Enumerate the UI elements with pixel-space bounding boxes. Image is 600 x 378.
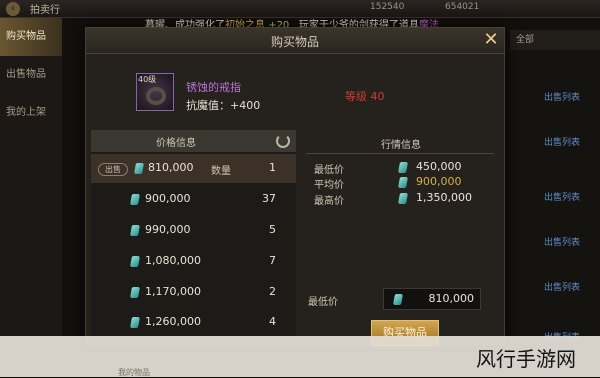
price-row[interactable]: 1,170,000 2	[91, 278, 296, 307]
ring-icon	[146, 87, 166, 105]
item-level-requirement: 等级 40	[345, 90, 385, 103]
listing-link[interactable]: 出售列表	[544, 90, 580, 103]
item-icon: 40级	[136, 73, 174, 111]
buy-price-field[interactable]: 810,000	[383, 288, 481, 310]
sidebar-item-buy[interactable]: 购买物品	[0, 18, 62, 56]
refresh-icon[interactable]	[276, 134, 290, 148]
gem-icon	[398, 177, 408, 188]
listing-panel: 全部 出售列表 出售列表 出售列表 出售列表 出售列表 出售列表	[510, 30, 600, 377]
price-value: 1,260,000	[145, 315, 201, 328]
price-value: 1,080,000	[145, 254, 201, 267]
buy-price-label: 最低价	[308, 297, 338, 308]
gem-icon	[130, 317, 140, 328]
price-row[interactable]: 1,260,000 4	[91, 308, 296, 337]
quantity-value: 2	[269, 285, 276, 298]
sidebar-item-my-listings[interactable]: 我的上架	[0, 94, 62, 132]
price-row[interactable]: 1,080,000 7	[91, 247, 296, 276]
listing-link[interactable]: 出售列表	[544, 135, 580, 148]
market-highest-value: 1,350,000	[416, 191, 472, 204]
price-value: 1,170,000	[145, 285, 201, 298]
market-info-title: 行情信息	[381, 140, 421, 151]
dialog-title: 购买物品	[270, 35, 319, 49]
gem-icon	[130, 225, 140, 236]
listing-link[interactable]: 出售列表	[544, 280, 580, 293]
sell-badge: 出售	[98, 163, 128, 176]
back-icon[interactable]: ‹	[6, 2, 20, 16]
price-value: 900,000	[145, 192, 191, 205]
price-value: 810,000	[148, 161, 194, 174]
market-highest-label: 最高价	[314, 196, 344, 207]
quantity-value: 4	[269, 315, 276, 328]
quantity-value: 37	[262, 192, 276, 205]
gem-icon	[130, 194, 140, 205]
market-average-label: 平均价	[314, 180, 344, 191]
buy-item-dialog: 购买物品 ✕ 40级 锈蚀的戒指 抗魔值：+400 等级 40 价格信息 出售 …	[85, 27, 505, 346]
quantity-value: 1	[269, 161, 276, 174]
price-row[interactable]: 990,000 5	[91, 216, 296, 245]
divider	[306, 153, 494, 154]
gem-icon	[393, 294, 403, 305]
listing-link[interactable]: 出售列表	[544, 235, 580, 248]
listing-link[interactable]: 出售列表	[544, 190, 580, 203]
item-stat: 抗魔值：+400	[186, 99, 261, 112]
bottom-label: 我的物品	[118, 368, 150, 377]
sidebar: 购买物品 出售物品 我的上架	[0, 18, 62, 377]
listing-filter[interactable]: 全部	[510, 30, 600, 50]
buy-price-value: 810,000	[428, 292, 475, 305]
price-info-header: 价格信息	[91, 130, 296, 152]
item-name: 锈蚀的戒指	[186, 81, 241, 94]
sidebar-item-sell[interactable]: 出售物品	[0, 56, 62, 94]
quantity-value: 7	[269, 254, 276, 267]
close-icon[interactable]: ✕	[482, 31, 500, 49]
quantity-value: 5	[269, 223, 276, 236]
gem-icon	[130, 287, 140, 298]
window-title: 拍卖行	[30, 5, 60, 16]
market-lowest-label: 最低价	[314, 165, 344, 176]
price-row[interactable]: 900,000 37	[91, 185, 296, 214]
price-info-panel: 价格信息 出售 810,000 数量 1 900,000 37 990,000 …	[91, 130, 296, 340]
gem-icon	[398, 193, 408, 204]
gem-icon	[134, 163, 144, 174]
market-lowest-value: 450,000	[416, 160, 462, 173]
gem-icon	[398, 162, 408, 173]
gem-icon	[130, 256, 140, 267]
currency-stat-a: 152540	[370, 2, 405, 12]
price-row[interactable]: 出售 810,000 数量 1	[91, 154, 296, 183]
price-value: 990,000	[145, 223, 191, 236]
currency-stat-b: 654021	[445, 2, 480, 12]
item-level-tag: 40级	[138, 75, 157, 84]
quantity-label: 数量	[211, 166, 231, 177]
dialog-header: 购买物品 ✕	[86, 28, 504, 54]
market-average-value: 900,000	[416, 175, 462, 188]
watermark: 风行手游网	[476, 347, 576, 371]
price-info-title: 价格信息	[156, 138, 196, 149]
